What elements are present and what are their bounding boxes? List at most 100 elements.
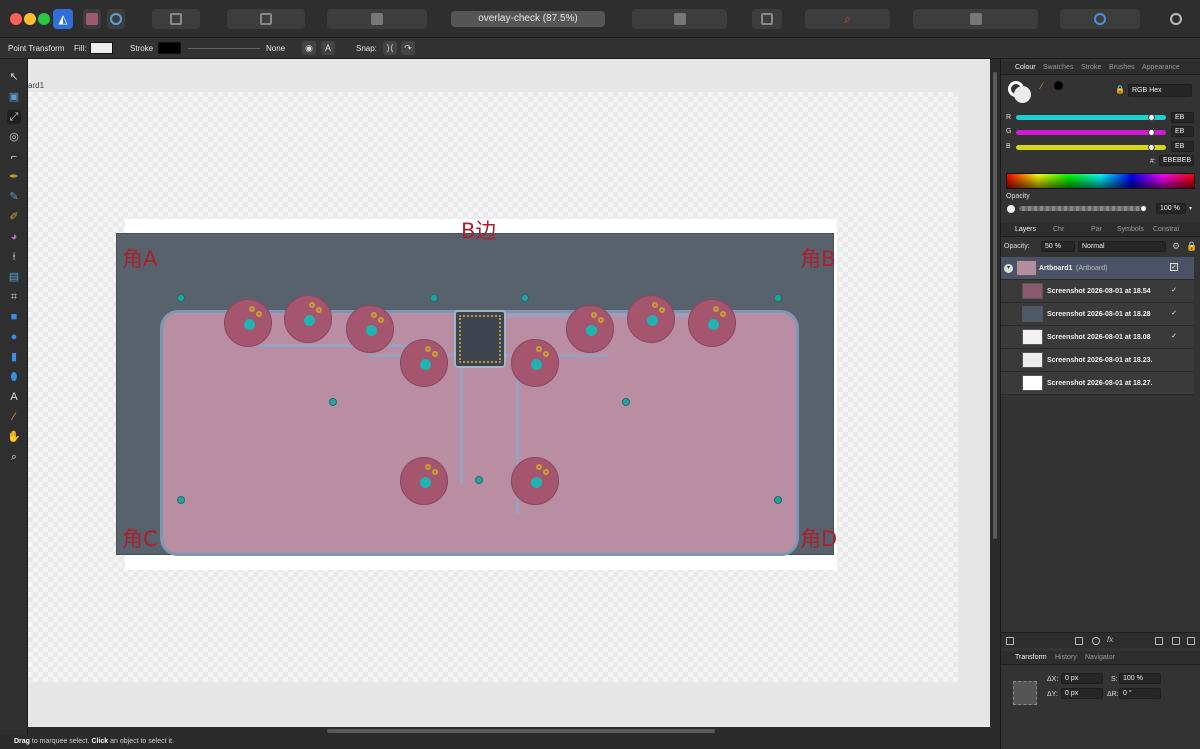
corner-tool-icon[interactable]: ⌐ bbox=[7, 150, 21, 164]
disclosure-icon[interactable]: ▾ bbox=[1004, 264, 1013, 273]
layer-row[interactable]: Screenshot 2026-08-01 at 18.28 ✓ bbox=[1001, 303, 1194, 326]
g-slider-knob[interactable] bbox=[1148, 129, 1155, 136]
tab-constraints[interactable]: Constrai bbox=[1153, 226, 1179, 233]
document-setup-button[interactable] bbox=[152, 9, 200, 29]
rectangle-tool-icon[interactable]: ■ bbox=[7, 310, 21, 324]
fill-swatch[interactable] bbox=[90, 42, 113, 54]
key-footprint[interactable] bbox=[688, 299, 736, 347]
color-picker-icon[interactable]: ⁄ bbox=[7, 410, 21, 424]
fill-tool-icon[interactable]: ◕ bbox=[7, 230, 21, 244]
stroke-swatch[interactable] bbox=[158, 42, 181, 54]
fill-colour-well[interactable] bbox=[1014, 86, 1031, 103]
r-rotation-input[interactable]: 0 ° bbox=[1119, 688, 1161, 699]
snap-option-icon[interactable]: ⟩⟨ bbox=[383, 41, 397, 55]
node-tool-icon[interactable]: ⤢ bbox=[7, 110, 21, 124]
b-slider[interactable] bbox=[1016, 145, 1166, 150]
move-tool-icon[interactable]: ↖ bbox=[7, 70, 21, 84]
tab-appearance[interactable]: Appearance bbox=[1142, 64, 1180, 71]
key-footprint[interactable] bbox=[284, 295, 332, 343]
visibility-checkbox[interactable]: ✓ bbox=[1170, 310, 1178, 318]
layer-row[interactable]: Screenshot 2026-08-01 at 18.08 ✓ bbox=[1001, 326, 1194, 349]
snapping-buttons[interactable] bbox=[227, 9, 305, 29]
lock-icon[interactable]: 🔒 bbox=[1186, 241, 1197, 252]
gear-icon[interactable]: ⚙ bbox=[1172, 241, 1180, 252]
hex-value[interactable]: EBEBEB bbox=[1159, 155, 1194, 166]
minimize-window-button[interactable] bbox=[24, 13, 36, 25]
transparency-tool-icon[interactable]: ⍿ bbox=[7, 250, 21, 264]
close-window-button[interactable] bbox=[10, 13, 22, 25]
align-buttons[interactable] bbox=[632, 9, 727, 29]
eye-icon[interactable]: ◉ bbox=[302, 41, 316, 55]
visibility-checkbox[interactable]: ✓ bbox=[1170, 287, 1178, 295]
hand-tool-icon[interactable]: ✋ bbox=[7, 430, 21, 444]
black-swatch[interactable] bbox=[1054, 81, 1063, 90]
place-image-icon[interactable]: ▤ bbox=[7, 270, 21, 284]
b-slider-knob[interactable] bbox=[1148, 144, 1155, 151]
zoom-window-button[interactable] bbox=[38, 13, 50, 25]
tab-character[interactable]: Chr bbox=[1053, 226, 1064, 233]
colour-mode-select[interactable]: RGB Hex bbox=[1128, 84, 1192, 97]
pixel-persona-icon[interactable] bbox=[83, 9, 101, 29]
snap-magnet-buttons[interactable]: ⌕ bbox=[805, 9, 890, 29]
artboard[interactable]: B边 角A 角B 角C 角D bbox=[28, 92, 958, 682]
key-footprint[interactable] bbox=[511, 339, 559, 387]
tab-layers[interactable]: Layers bbox=[1015, 226, 1036, 233]
lock-icon[interactable]: 🔒 bbox=[1115, 85, 1125, 94]
key-footprint[interactable] bbox=[400, 457, 448, 505]
contour-tool-icon[interactable]: ◎ bbox=[7, 130, 21, 144]
stroke-width-slider[interactable] bbox=[188, 48, 260, 49]
tab-transform[interactable]: Transform bbox=[1015, 654, 1047, 661]
export-persona-icon[interactable] bbox=[107, 9, 125, 29]
grid-icon[interactable] bbox=[1172, 637, 1180, 645]
ellipse-tool-icon[interactable]: ● bbox=[7, 330, 21, 344]
account-icon[interactable] bbox=[1163, 9, 1189, 29]
vertical-scrollbar[interactable] bbox=[993, 72, 997, 539]
tab-paragraph[interactable]: Par bbox=[1091, 226, 1102, 233]
arrange-buttons[interactable] bbox=[327, 9, 427, 29]
horizontal-scrollbar[interactable] bbox=[327, 729, 715, 733]
dx-input[interactable]: 0 px bbox=[1061, 673, 1103, 684]
layer-row[interactable]: Screenshot 2026-08-01 at 18.54 ✓ bbox=[1001, 280, 1194, 303]
dy-input[interactable]: 0 px bbox=[1061, 688, 1103, 699]
opacity-slider[interactable] bbox=[1019, 206, 1145, 211]
boolean-operation-buttons[interactable] bbox=[913, 9, 1038, 29]
tab-brushes[interactable]: Brushes bbox=[1109, 64, 1135, 71]
g-slider[interactable] bbox=[1016, 130, 1166, 135]
layer-row[interactable]: Screenshot 2026-08-01 at 18.27. bbox=[1001, 372, 1194, 395]
text-tool-icon[interactable]: A bbox=[7, 390, 21, 404]
eyedropper-icon[interactable]: ⁄ bbox=[1041, 81, 1051, 91]
transform-button[interactable] bbox=[752, 9, 782, 29]
layer-opacity-value[interactable]: 50 % bbox=[1041, 241, 1075, 252]
visibility-checkbox[interactable]: ✓ bbox=[1170, 333, 1178, 341]
b-value[interactable]: EB bbox=[1171, 141, 1194, 152]
adjustment-icon[interactable] bbox=[1092, 637, 1100, 645]
trash-icon[interactable] bbox=[1187, 637, 1195, 645]
key-footprint[interactable] bbox=[346, 305, 394, 353]
r-slider[interactable] bbox=[1016, 115, 1166, 120]
key-footprint[interactable] bbox=[627, 295, 675, 343]
microcontroller-footprint[interactable] bbox=[454, 310, 506, 368]
opacity-slider-knob[interactable] bbox=[1140, 205, 1147, 212]
tab-colour[interactable]: Colour bbox=[1015, 64, 1036, 71]
artboard-tool-icon[interactable]: ▣ bbox=[7, 90, 21, 104]
zoom-tool-icon[interactable]: ⌕ bbox=[7, 450, 21, 464]
anchor-selector-icon[interactable] bbox=[1013, 681, 1037, 705]
new-layer-icon[interactable] bbox=[1155, 637, 1163, 645]
s-input[interactable]: 100 % bbox=[1119, 673, 1161, 684]
snap-curve-icon[interactable]: ↷ bbox=[401, 41, 415, 55]
text-style-icon[interactable]: A bbox=[321, 41, 335, 55]
designer-persona-icon[interactable]: ◭ bbox=[53, 9, 73, 29]
r-value[interactable]: EB bbox=[1171, 112, 1194, 123]
r-slider-knob[interactable] bbox=[1148, 114, 1155, 121]
colour-spectrum[interactable] bbox=[1006, 173, 1195, 189]
visibility-checkbox[interactable] bbox=[1170, 356, 1178, 364]
tab-navigator[interactable]: Navigator bbox=[1085, 654, 1115, 661]
panel-toggle-buttons[interactable] bbox=[1060, 9, 1140, 29]
opacity-value[interactable]: 100 % bbox=[1156, 203, 1186, 214]
key-footprint[interactable] bbox=[511, 457, 559, 505]
key-footprint[interactable] bbox=[224, 299, 272, 347]
rounded-rectangle-tool-icon[interactable]: ▮ bbox=[7, 350, 21, 364]
key-footprint[interactable] bbox=[566, 305, 614, 353]
layer-row-artboard[interactable]: ▾ Artboard1 (Artboard) ✓ bbox=[1001, 257, 1194, 280]
g-value[interactable]: EB bbox=[1171, 126, 1194, 137]
